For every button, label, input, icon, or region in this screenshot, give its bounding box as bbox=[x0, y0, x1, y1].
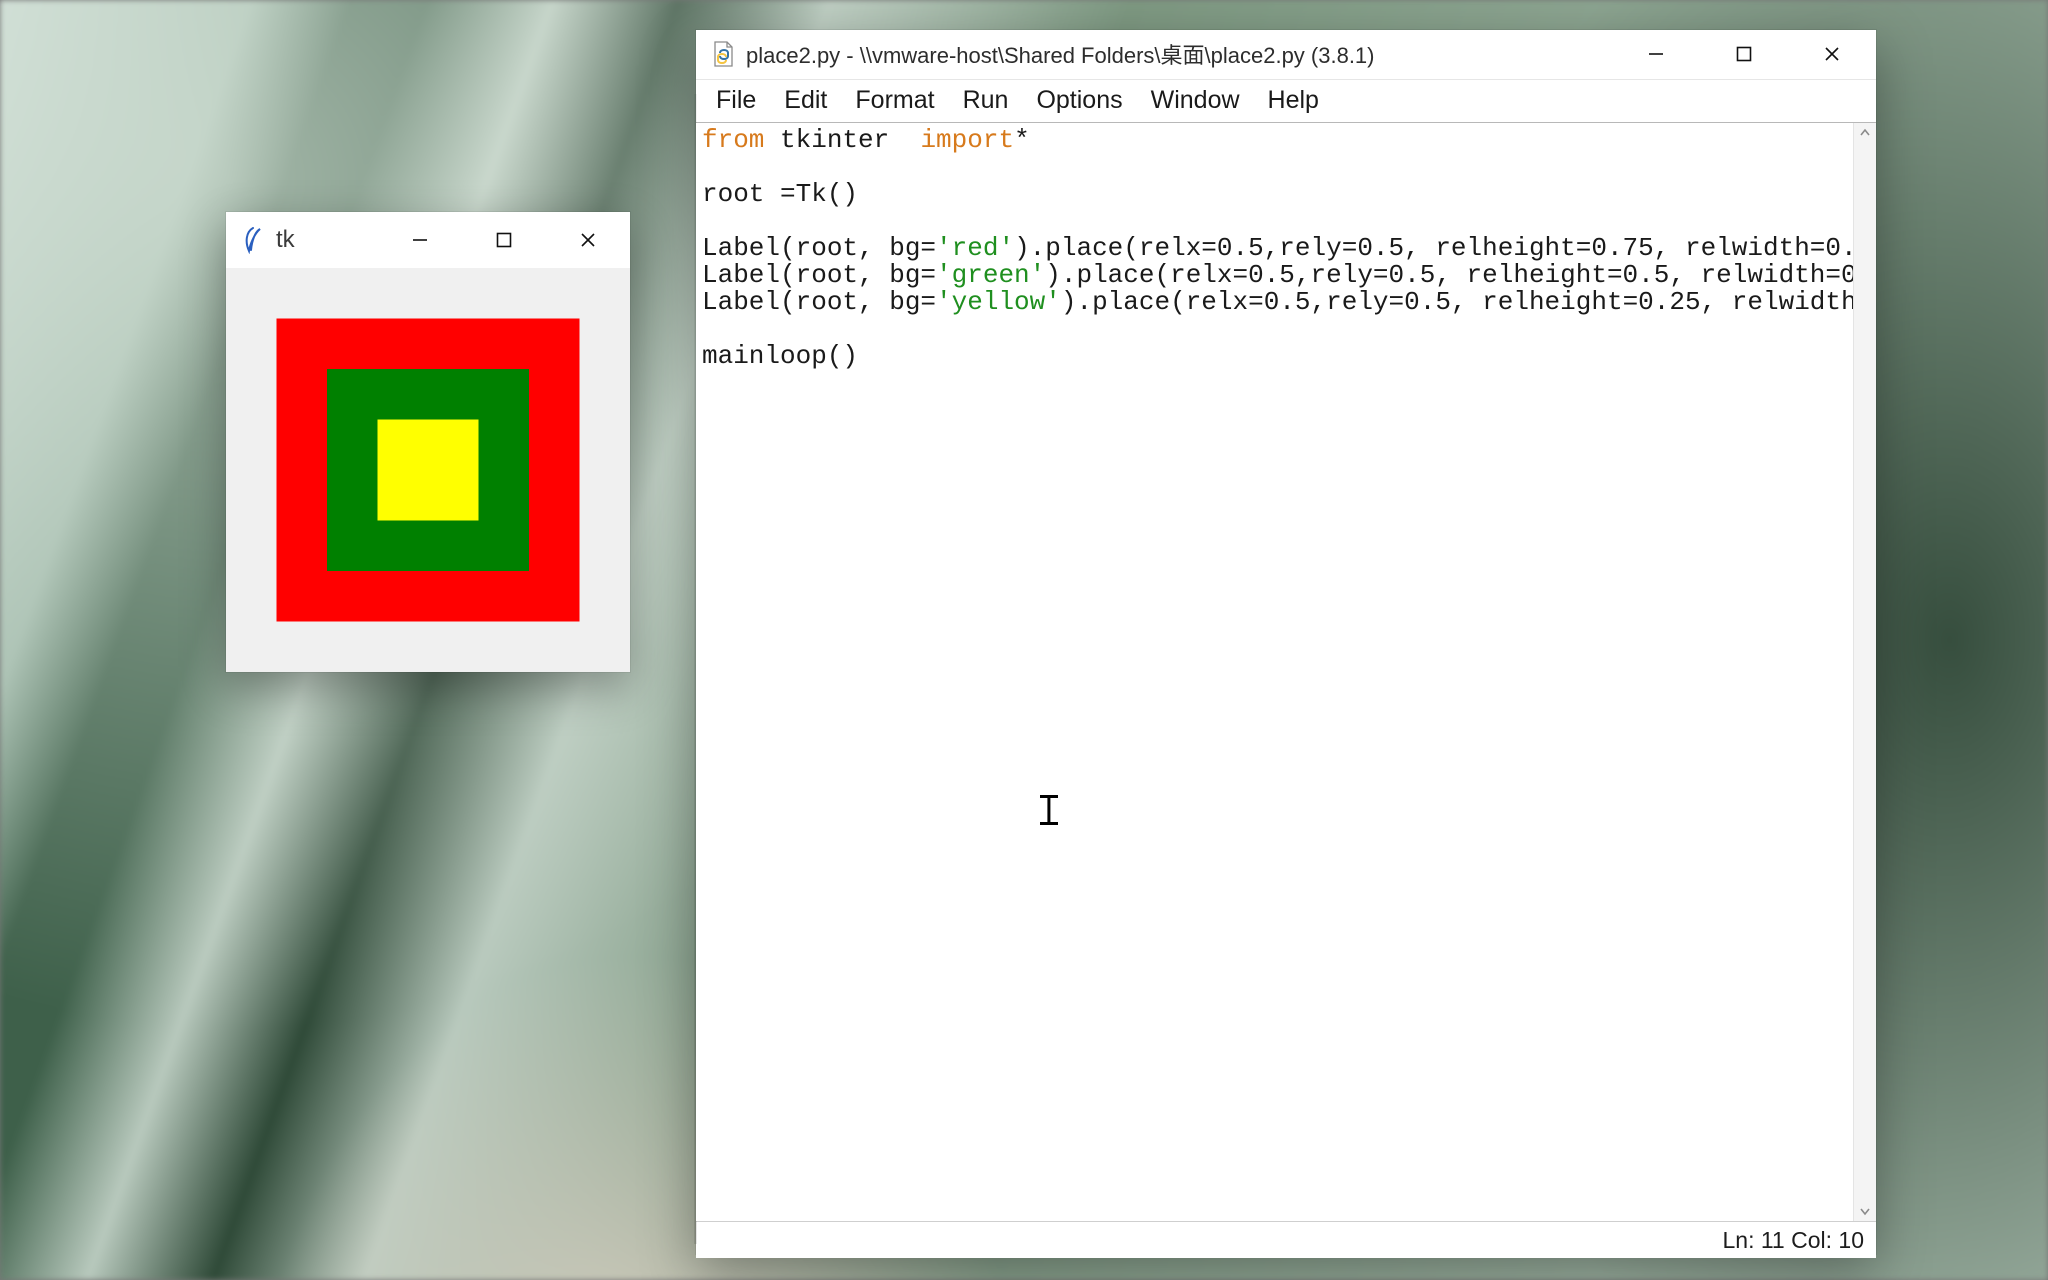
editor-window-controls bbox=[1612, 30, 1876, 78]
code-text: tkinter bbox=[764, 125, 920, 155]
tk-client-area bbox=[226, 268, 630, 672]
str-green: 'green' bbox=[936, 260, 1045, 290]
code-text: Label(root, bg= bbox=[702, 287, 936, 317]
tk-title-text: tk bbox=[276, 226, 295, 254]
editor-titlebar[interactable]: place2.py - \\vmware-host\Shared Folders… bbox=[696, 30, 1876, 79]
maximize-button[interactable] bbox=[462, 212, 546, 268]
code-text: root =Tk() bbox=[702, 179, 858, 209]
idle-editor-window: place2.py - \\vmware-host\Shared Folders… bbox=[696, 30, 1876, 1254]
tk-titlebar[interactable]: tk bbox=[226, 212, 630, 268]
code-text: * bbox=[1014, 125, 1030, 155]
maximize-button[interactable] bbox=[1700, 30, 1788, 78]
code-text: ).place(relx=0.5,rely=0.5, relheight=0.7… bbox=[1014, 233, 1854, 263]
str-red: 'red' bbox=[936, 233, 1014, 263]
close-button[interactable] bbox=[1788, 30, 1876, 78]
minimize-button[interactable] bbox=[378, 212, 462, 268]
menu-options[interactable]: Options bbox=[1022, 81, 1136, 121]
menu-bar: File Edit Format Run Options Window Help bbox=[696, 79, 1876, 123]
code-text: ).place(relx=0.5,rely=0.5, relheight=0.5… bbox=[1045, 260, 1854, 290]
code-text: mainloop() bbox=[702, 341, 858, 371]
minimize-button[interactable] bbox=[1612, 30, 1700, 78]
menu-run[interactable]: Run bbox=[949, 81, 1023, 121]
scroll-up-icon[interactable] bbox=[1854, 123, 1876, 143]
menu-file[interactable]: File bbox=[702, 81, 770, 121]
cursor-position: Ln: 11 Col: 10 bbox=[1722, 1227, 1864, 1254]
code-text: Label(root, bg= bbox=[702, 233, 936, 263]
code-text: ).place(relx=0.5,rely=0.5, relheight=0.2… bbox=[1061, 287, 1854, 317]
menu-window[interactable]: Window bbox=[1137, 81, 1254, 121]
editor-title-text: place2.py - \\vmware-host\Shared Folders… bbox=[746, 38, 1375, 70]
menu-edit[interactable]: Edit bbox=[770, 81, 841, 121]
tk-window-controls bbox=[378, 212, 630, 268]
kw-import: import bbox=[920, 125, 1014, 155]
str-yellow: 'yellow' bbox=[936, 287, 1061, 317]
scroll-down-icon[interactable] bbox=[1854, 1201, 1876, 1221]
yellow-label bbox=[378, 420, 479, 521]
tk-feather-icon bbox=[240, 227, 266, 253]
vertical-scrollbar[interactable] bbox=[1853, 123, 1876, 1221]
code-text: Label(root, bg= bbox=[702, 260, 936, 290]
tk-output-window: tk bbox=[226, 212, 630, 672]
menu-help[interactable]: Help bbox=[1254, 81, 1333, 121]
code-editor[interactable]: from tkinter import* root =Tk() Label(ro… bbox=[696, 123, 1854, 1221]
kw-from: from bbox=[702, 125, 764, 155]
close-button[interactable] bbox=[546, 212, 630, 268]
python-file-icon bbox=[710, 41, 736, 67]
status-bar: Ln: 11 Col: 10 bbox=[696, 1221, 1876, 1258]
menu-format[interactable]: Format bbox=[841, 81, 948, 121]
